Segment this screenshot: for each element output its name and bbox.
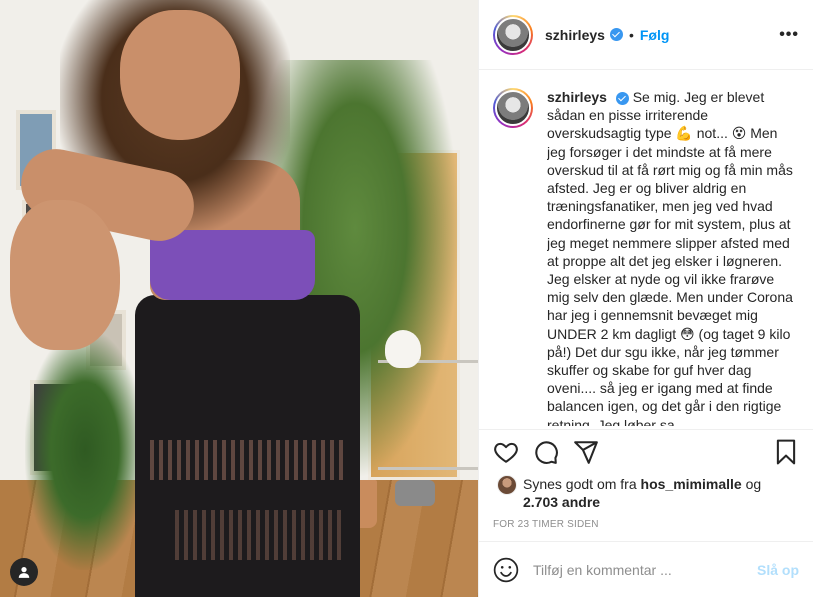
leggings-mesh bbox=[150, 440, 345, 480]
post-header: szhirleys • Følg ••• bbox=[479, 0, 813, 70]
caption-section[interactable]: szhirleys Se mig. Jeg er blevet sådan en… bbox=[479, 70, 813, 429]
caption-username[interactable]: szhirleys bbox=[547, 89, 607, 105]
liker-avatar[interactable] bbox=[497, 475, 517, 495]
comment-input[interactable] bbox=[533, 561, 757, 578]
post-timestamp[interactable]: FOR 23 TIMER SIDEN bbox=[479, 511, 813, 541]
post-comment-button[interactable]: Slå op bbox=[757, 562, 799, 578]
emoji-icon[interactable] bbox=[493, 557, 519, 583]
post-modal: szhirleys • Følg ••• szhirleys Se mig. J… bbox=[0, 0, 813, 597]
side-shelf bbox=[378, 360, 478, 470]
story-ring[interactable] bbox=[493, 14, 533, 55]
verified-badge-icon bbox=[609, 28, 623, 41]
heart-icon[interactable] bbox=[493, 439, 519, 465]
bookmark-icon[interactable] bbox=[773, 439, 799, 465]
verified-badge-icon bbox=[615, 91, 629, 105]
hand bbox=[10, 200, 120, 350]
more-options-icon[interactable]: ••• bbox=[779, 26, 799, 44]
share-icon[interactable] bbox=[573, 439, 599, 465]
avatar[interactable] bbox=[495, 90, 531, 126]
header-username[interactable]: szhirleys bbox=[545, 27, 605, 43]
likes-count[interactable]: 2.703 andre bbox=[523, 494, 600, 510]
likes-prefix: Synes godt om fra bbox=[523, 476, 637, 492]
caption-text: szhirleys Se mig. Jeg er blevet sådan en… bbox=[547, 88, 799, 426]
user-tag-icon[interactable] bbox=[10, 558, 38, 586]
likes-text: Synes godt om fra hos_mimimalle og 2.703… bbox=[523, 475, 761, 511]
face bbox=[120, 10, 240, 140]
hanging-plant bbox=[25, 330, 145, 570]
white-vase bbox=[385, 330, 421, 368]
post-sidebar: szhirleys • Følg ••• szhirleys Se mig. J… bbox=[478, 0, 813, 597]
comment-bar: Slå op bbox=[479, 541, 813, 597]
follow-button[interactable]: Følg bbox=[640, 27, 670, 43]
action-bar bbox=[479, 429, 813, 473]
likes-connector: og bbox=[745, 476, 762, 492]
leggings-mesh bbox=[175, 510, 345, 560]
story-ring[interactable] bbox=[493, 88, 533, 128]
caption-body: Se mig. Jeg er blevet sådan en pisse irr… bbox=[547, 89, 793, 426]
liker-username[interactable]: hos_mimimalle bbox=[641, 476, 742, 492]
sports-bra bbox=[150, 230, 315, 300]
dumbbell bbox=[395, 480, 435, 506]
comment-icon[interactable] bbox=[533, 439, 559, 465]
avatar[interactable] bbox=[495, 16, 531, 53]
likes-summary: Synes godt om fra hos_mimimalle og 2.703… bbox=[479, 473, 813, 511]
post-photo[interactable] bbox=[0, 0, 478, 597]
separator-dot: • bbox=[628, 26, 634, 43]
